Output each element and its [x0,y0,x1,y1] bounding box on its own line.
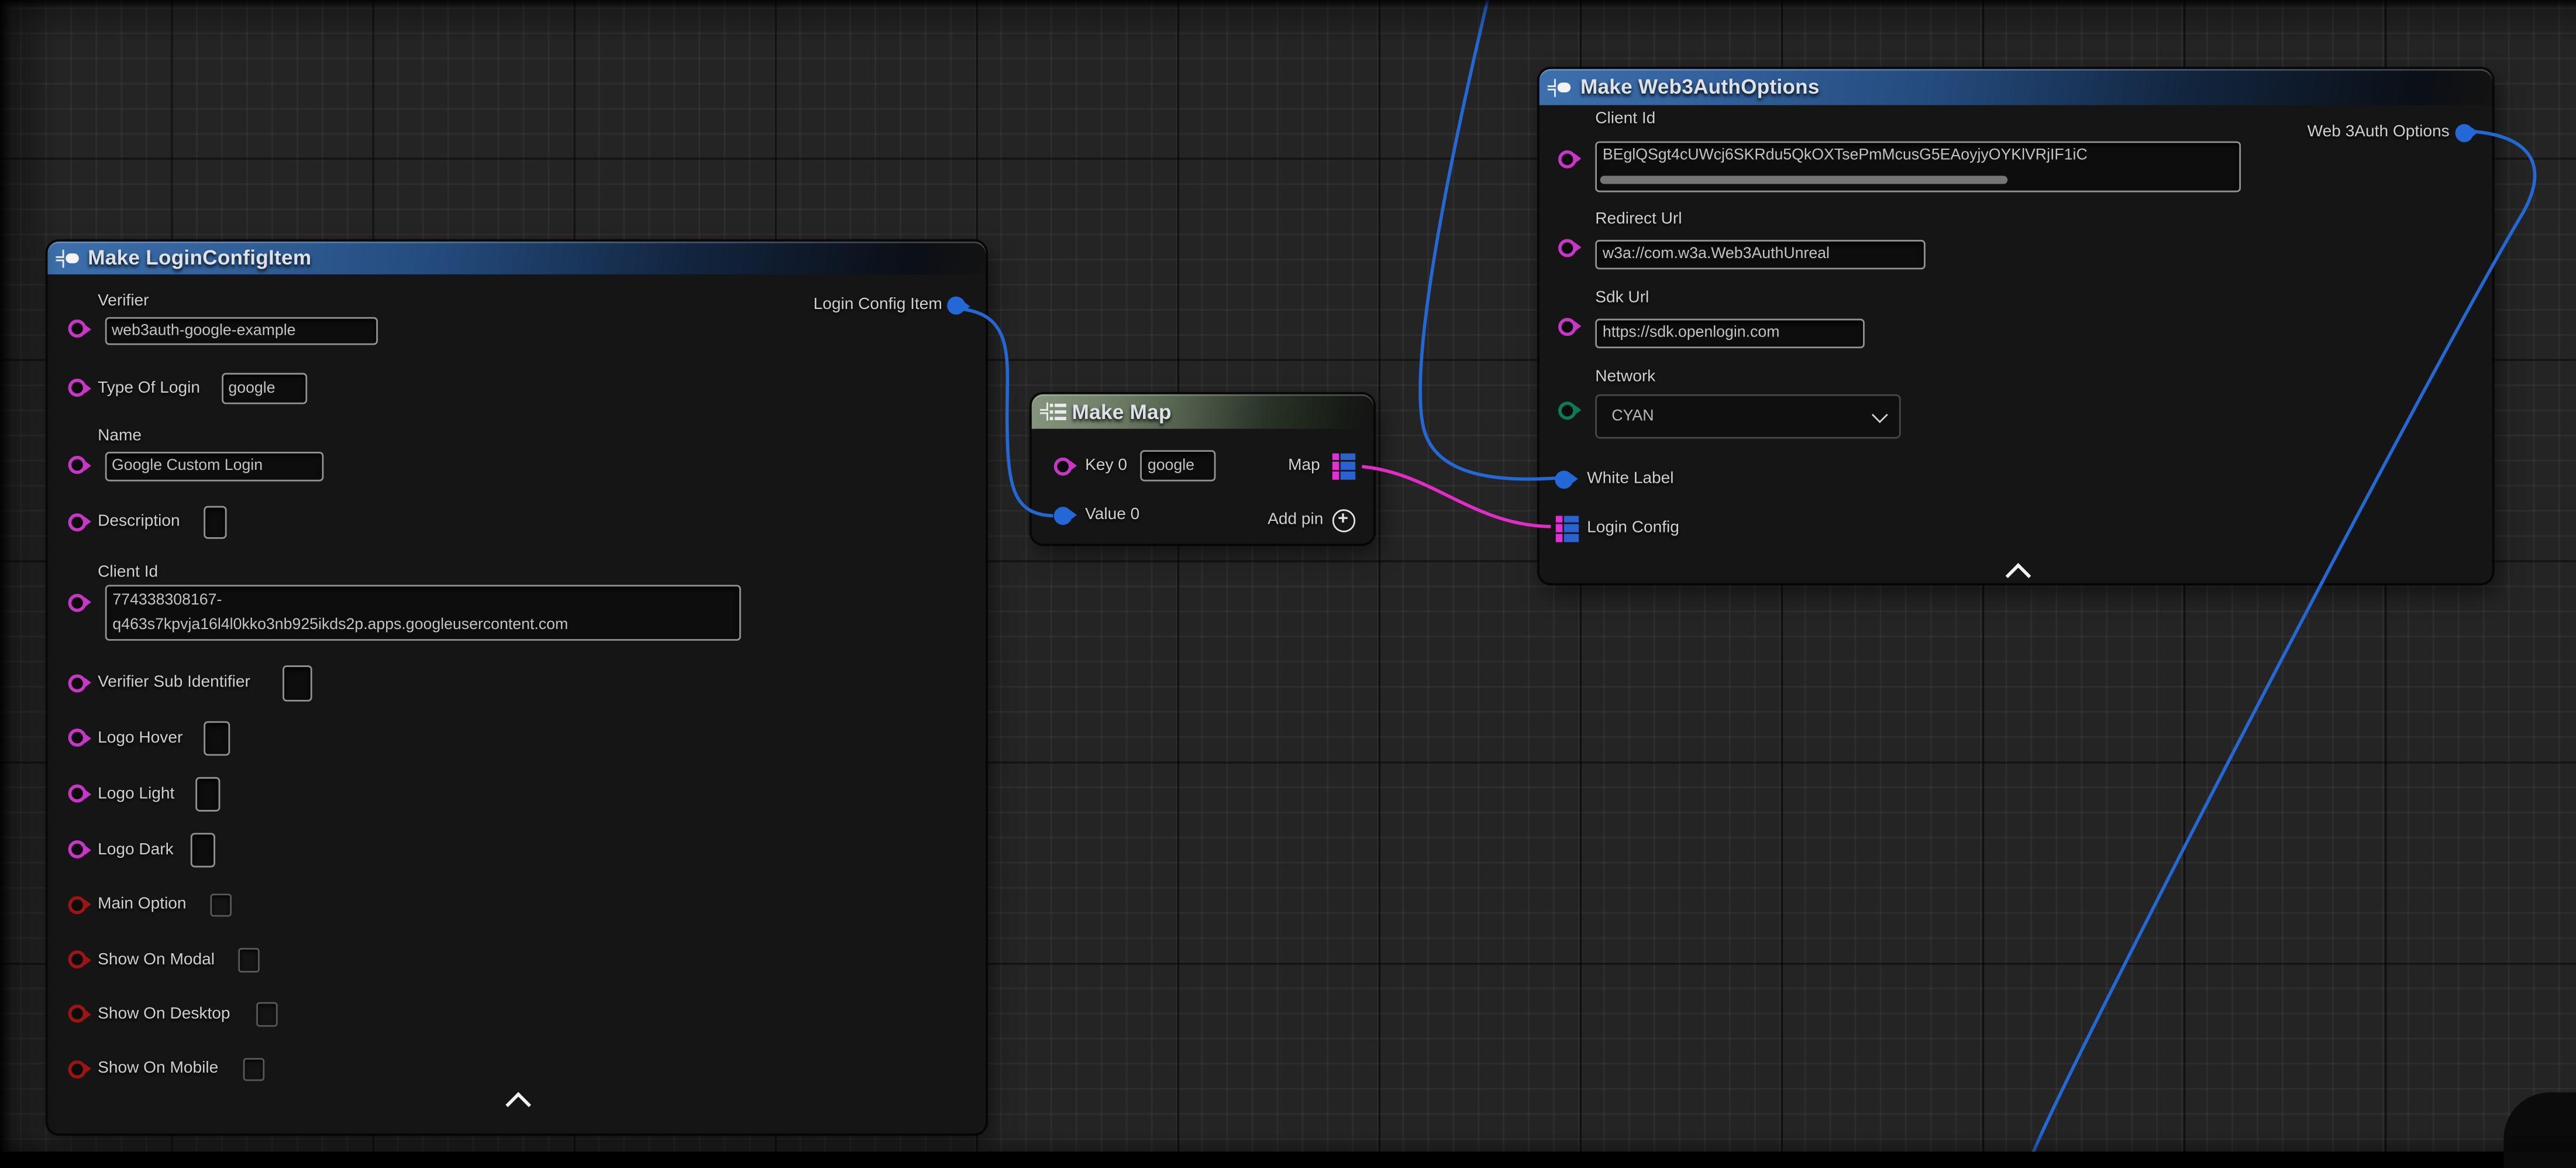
add-pin-button[interactable]: + [1331,509,1354,531]
node-make-loginconfigitem[interactable]: Make LoginConfigItem Login Config Item V… [47,242,985,1133]
checkbox-show-on-desktop[interactable] [256,1002,278,1026]
output-pin-login-config-item[interactable] [946,297,965,315]
pin-label-show-on-desktop: Show On Desktop [98,1005,230,1025]
node-title: Make LoginConfigItem [88,246,311,269]
pin-sdk-url[interactable] [1558,317,1576,335]
make-struct-icon [55,248,80,268]
input-logo-dark[interactable] [190,832,215,867]
pin-logo-light[interactable] [67,785,85,803]
wire-map-to-login-config[interactable] [1362,466,1551,526]
pin-label-show-on-mobile: Show On Mobile [98,1060,218,1080]
client-id-scrollbar[interactable] [1600,176,2008,183]
input-logo-hover[interactable] [204,720,229,755]
pin-show-on-modal[interactable] [67,950,85,968]
pin-label-logo-hover: Logo Hover [98,729,182,748]
add-pin-label: Add pin [1268,510,1323,530]
chevron-down-icon [1872,406,1887,421]
pin-label-value-0: Value 0 [1085,505,1139,525]
wire-top-to-white-label[interactable] [1420,0,1557,479]
pin-label-redirect-url: Redirect Url [1595,209,1682,229]
pin-label-white-label: White Label [1587,469,1673,489]
pin-redirect-url[interactable] [1558,238,1576,256]
pin-label-client-id: Client Id [1595,109,1655,129]
input-key-0[interactable]: google [1140,449,1215,482]
network-dropdown-value: CYAN [1611,407,1654,425]
pin-verifier[interactable] [67,320,85,338]
output-pin-web3auth-options[interactable] [2454,123,2472,142]
node-title: Make Map [1072,400,1172,423]
pin-label-login-config-item: Login Config Item [814,296,942,315]
pin-label-map: Map [1288,456,1320,476]
node-make-web3authoptions[interactable]: Make Web3AuthOptions Web 3Auth Options C… [1540,69,2492,583]
input-logo-light[interactable] [195,777,221,812]
input-client-id[interactable]: 774338308167- q463s7kpvja16l4l0kko3nb925… [104,584,740,640]
pin-label-web3auth-options: Web 3Auth Options [2308,122,2450,142]
collapse-chevron-icon[interactable] [505,1092,531,1118]
make-map-icon [1039,401,1063,421]
pin-label-client-id: Client Id [98,564,158,583]
checkbox-main-option[interactable] [209,893,231,917]
input-redirect-url[interactable]: w3a://com.w3a.Web3AuthUnreal [1595,239,1926,269]
output-pin-map[interactable] [1331,452,1354,479]
input-name[interactable]: Google Custom Login [104,452,323,480]
node-titlebar[interactable]: Make LoginConfigItem [47,242,985,274]
make-struct-icon [1548,77,1572,97]
pin-label-main-option: Main Option [98,895,186,915]
pin-label-login-config: Login Config [1587,518,1679,538]
pin-client-id[interactable] [67,593,85,611]
input-verifier-sub-identifier[interactable] [283,665,311,700]
pin-label-description: Description [98,513,180,533]
pin-type-of-login[interactable] [67,379,85,397]
input-type-of-login[interactable]: google [221,372,306,404]
pin-main-option[interactable] [67,895,85,913]
pin-label-network: Network [1595,367,1655,387]
node-titlebar[interactable]: Make Web3AuthOptions [1540,69,2492,105]
pin-label-verifier-sub-identifier: Verifier Sub Identifier [98,674,250,693]
pin-logo-dark[interactable] [67,840,85,858]
collapse-chevron-icon[interactable] [2005,563,2030,589]
pin-login-config[interactable] [1556,515,1579,541]
pin-verifier-sub-identifier[interactable] [67,674,85,692]
pin-label-verifier: Verifier [98,293,149,312]
node-make-map[interactable]: Make Map Key 0 google Map Value 0 Add pi… [1031,394,1372,544]
input-client-id[interactable]: BEglQSgt4cUWcj6SKRdu5QkOXTsePmMcusG5EAoy… [1595,141,2241,192]
pin-logo-hover[interactable] [67,729,85,747]
pin-label-logo-dark: Logo Dark [98,840,174,860]
pin-value-0[interactable] [1053,506,1071,524]
pin-label-logo-light: Logo Light [98,785,174,805]
input-verifier[interactable]: web3auth-google-example [104,317,377,345]
blueprint-graph-canvas[interactable]: Make LoginConfigItem Login Config Item V… [0,0,2576,1152]
pin-white-label[interactable] [1554,470,1572,488]
node-titlebar[interactable]: Make Map [1031,394,1372,429]
pin-label-sdk-url: Sdk Url [1595,288,1649,308]
node-title: Make Web3AuthOptions [1580,75,1820,98]
pin-label-key-0: Key 0 [1085,456,1127,476]
pin-show-on-mobile[interactable] [67,1060,85,1078]
network-dropdown[interactable]: CYAN [1595,394,1900,438]
offscreen-node-corner [2503,1093,2576,1168]
pin-network[interactable] [1558,401,1576,419]
pin-label-show-on-modal: Show On Modal [98,950,215,970]
pin-label-type-of-login: Type Of Login [98,379,200,399]
pin-client-id[interactable] [1558,149,1576,167]
pin-key-0[interactable] [1053,456,1071,475]
checkbox-show-on-mobile[interactable] [243,1057,265,1081]
pin-description[interactable] [67,513,85,531]
input-sdk-url[interactable]: https://sdk.openlogin.com [1595,318,1865,348]
checkbox-show-on-modal[interactable] [238,948,260,972]
input-description[interactable] [204,506,226,538]
pin-show-on-desktop[interactable] [67,1005,85,1023]
pin-name[interactable] [67,456,85,474]
pin-label-name: Name [98,427,142,447]
